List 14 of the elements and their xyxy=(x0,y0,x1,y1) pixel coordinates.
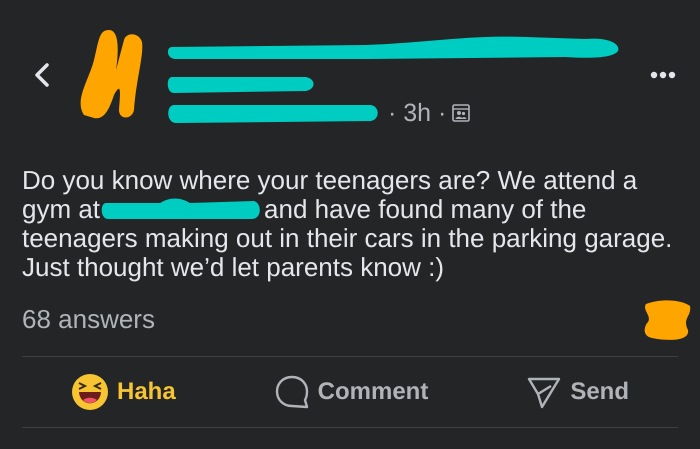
answers-count[interactable]: 68 answers xyxy=(22,304,155,334)
more-icon xyxy=(650,71,676,79)
post-text: and have found many of the xyxy=(264,195,586,224)
speech-bubble-icon xyxy=(274,374,310,410)
comment-button[interactable]: Comment xyxy=(270,370,432,414)
send-button[interactable]: Send xyxy=(522,370,633,414)
post-text: gym at xyxy=(22,195,100,224)
post-time: · 3h · xyxy=(388,98,446,128)
back-chevron-icon xyxy=(34,62,50,88)
post-text: Do you know where your teenagers are? We attend a xyxy=(22,166,638,195)
reaction-button[interactable]: Haha xyxy=(66,369,180,415)
audience-icon xyxy=(452,104,470,122)
laughing-emoji-icon xyxy=(70,373,109,411)
post-text: teenagers making out in their cars in the parking garage. Just thought we’d let parents know :) xyxy=(22,224,674,282)
